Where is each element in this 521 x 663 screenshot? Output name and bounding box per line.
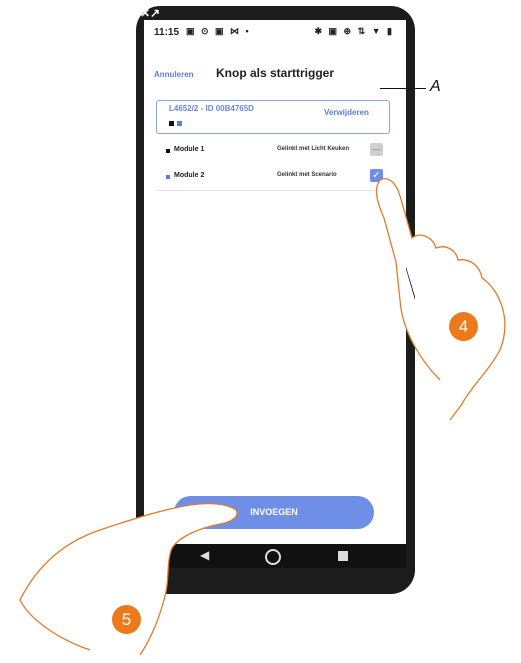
step-badge-5: 5 bbox=[112, 605, 141, 634]
right-hand-icon bbox=[375, 178, 506, 421]
step-badge-4: 4 bbox=[449, 312, 478, 341]
hand-illustrations bbox=[19, 178, 506, 656]
